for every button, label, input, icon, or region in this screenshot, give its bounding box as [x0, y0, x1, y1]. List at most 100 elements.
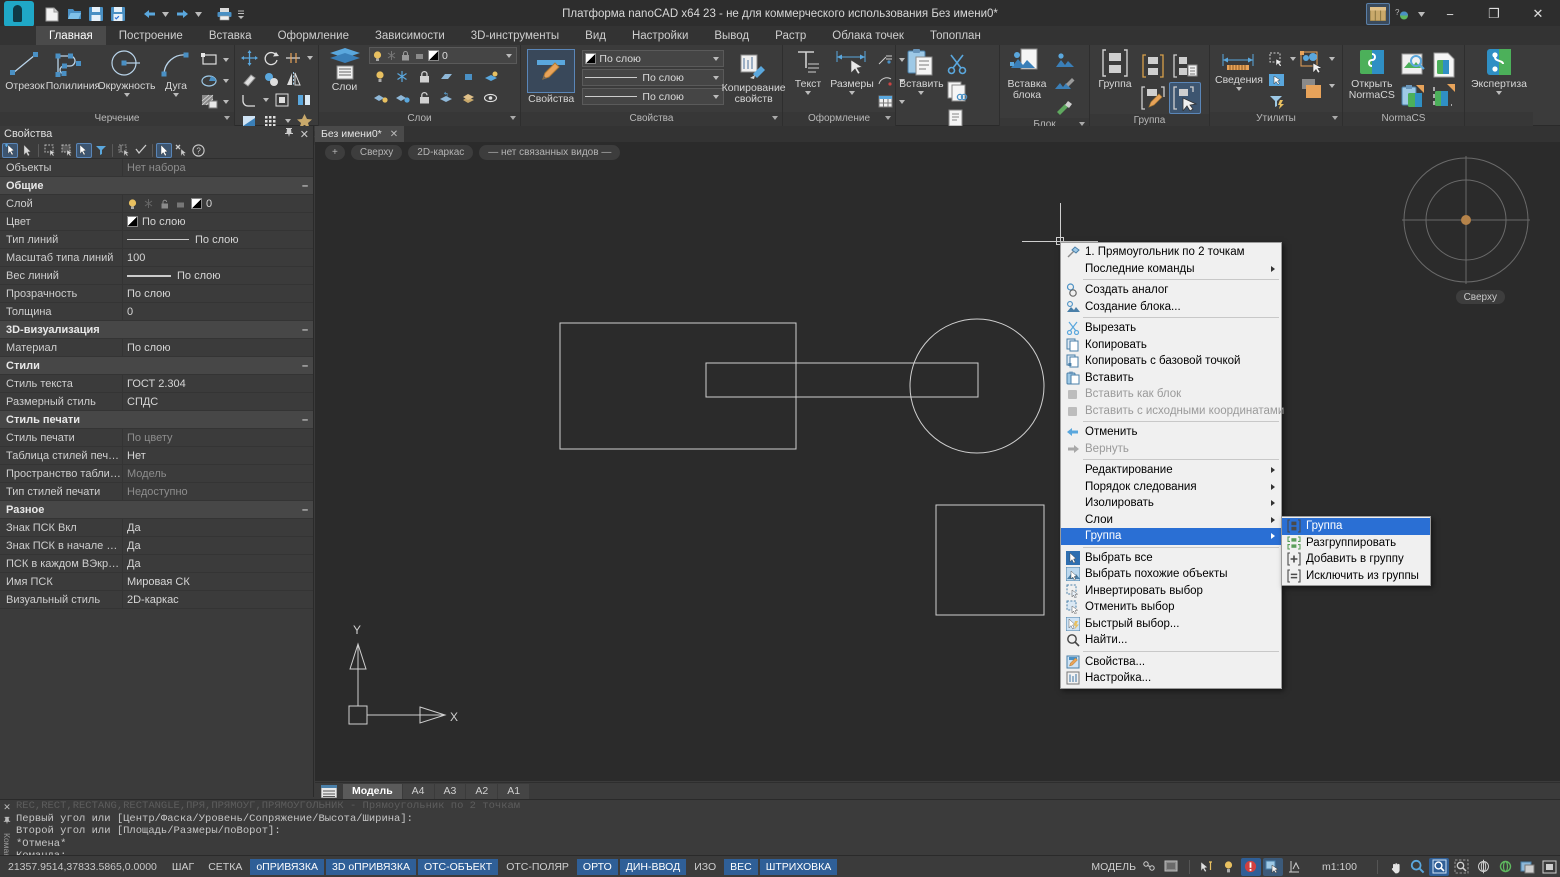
ctx-item-create-block[interactable]: Создание блока...	[1061, 299, 1281, 316]
prop-row-plotspace[interactable]: Пространство таблицы с… Модель	[0, 465, 313, 483]
tab-3d-instrumenty[interactable]: 3D-инструменты	[458, 26, 572, 45]
ctx-item-deselect[interactable]: Отменить выбор	[1061, 599, 1281, 616]
prop-row-transparency[interactable]: Прозрачность По слою	[0, 285, 313, 303]
prop-group-styles[interactable]: Стили –	[0, 357, 313, 375]
ctx-item-draw-order[interactable]: Порядок следования	[1061, 479, 1281, 496]
draw-order-icon[interactable]	[1298, 75, 1326, 102]
more-icon[interactable]	[236, 4, 246, 24]
ellipse-icon[interactable]	[198, 70, 220, 91]
annotation-scale-icon[interactable]	[1197, 858, 1217, 876]
layer-prev-icon[interactable]: ↰	[435, 87, 457, 108]
ctx-item-undo[interactable]: Отменить	[1061, 424, 1281, 441]
layer-freeze-thaw-icon[interactable]	[391, 66, 413, 87]
mirror-icon[interactable]	[282, 68, 304, 89]
move-icon[interactable]	[238, 47, 260, 68]
redo-icon[interactable]	[172, 4, 192, 24]
info-caret-icon[interactable]	[1236, 87, 1242, 91]
window-select-icon[interactable]	[42, 143, 58, 158]
sort-icon[interactable]	[116, 143, 132, 158]
help-dropdown-icon[interactable]	[1414, 3, 1428, 25]
cut-icon[interactable]	[944, 50, 971, 77]
layer-plane-icon[interactable]	[435, 66, 457, 87]
quick-select-icon[interactable]	[1265, 48, 1287, 69]
copy-objects-icon[interactable]	[260, 68, 282, 89]
prop-row-plotstyletype[interactable]: Тип стилей печати Недоступно	[0, 483, 313, 501]
rectangle-dropdown-icon[interactable]	[220, 49, 231, 70]
color-combo[interactable]: По слою	[582, 50, 724, 67]
rectangle-icon[interactable]	[198, 49, 220, 70]
polyline-button[interactable]: Полилиния	[47, 47, 99, 93]
drawing-canvas[interactable]: + Сверху 2D-каркас — нет связанных видов…	[315, 142, 1560, 781]
layout-tab-a4[interactable]: A4	[403, 784, 434, 799]
linetype-combo[interactable]: По слою	[582, 69, 724, 86]
layer-unlock-icon[interactable]	[413, 87, 435, 108]
tab-glavnaya[interactable]: Главная	[36, 26, 106, 45]
prop-group-misc[interactable]: Разное –	[0, 501, 313, 519]
prop-row-ucsicon-on[interactable]: Знак ПСК Вкл Да	[0, 519, 313, 537]
tab-vstavka[interactable]: Вставка	[196, 26, 265, 45]
layer-combo[interactable]: 0	[369, 47, 517, 64]
fillet-dropdown-icon[interactable]	[260, 89, 271, 110]
crossing-select-icon[interactable]	[59, 143, 75, 158]
clean-screen-icon[interactable]	[1241, 858, 1261, 876]
status-toggle-3dosnap[interactable]: 3D оПРИВЯЗКА	[326, 859, 416, 875]
pan-icon[interactable]	[1385, 858, 1405, 876]
ellipse-dropdown-icon[interactable]	[220, 70, 231, 91]
submenu-item-add-to-group[interactable]: Добавить в группу	[1282, 551, 1430, 568]
layers-expand-icon[interactable]	[510, 116, 516, 120]
fillet-icon[interactable]	[238, 89, 260, 110]
tab-oformlenie[interactable]: Оформление	[265, 26, 362, 45]
edit-block-icon[interactable]	[1051, 72, 1078, 95]
stretch-icon[interactable]	[293, 89, 315, 110]
ctx-item-settings[interactable]: Настройка...	[1061, 670, 1281, 687]
ctx-item-select-all[interactable]: Выбрать все	[1061, 550, 1281, 567]
tab-topoplan[interactable]: Топоплан	[917, 26, 994, 45]
collapse-icon[interactable]: –	[297, 414, 313, 426]
line-button[interactable]: Отрезок	[3, 47, 47, 93]
orbit-icon[interactable]	[1473, 858, 1493, 876]
undo-dropdown-icon[interactable]	[161, 4, 170, 24]
create-block-icon[interactable]	[1051, 49, 1078, 72]
select-group-icon[interactable]	[1169, 82, 1201, 114]
prop-row-material[interactable]: Материал По слою	[0, 339, 313, 357]
trim-icon[interactable]	[282, 47, 304, 68]
scale-icon[interactable]	[271, 89, 293, 110]
hatch-dropdown-icon[interactable]	[220, 91, 231, 112]
coordinates-display[interactable]: 21357.9514,37833.5865,0.0000	[0, 861, 165, 873]
annotation-expand-icon[interactable]	[885, 116, 891, 120]
status-toggle-dyninput[interactable]: ДИН-ВВОД	[620, 859, 686, 875]
layout-tab-a1[interactable]: A1	[498, 784, 529, 799]
leader-icon[interactable]	[874, 49, 896, 70]
pin-icon[interactable]	[284, 127, 294, 141]
tab-vid[interactable]: Вид	[572, 26, 619, 45]
close-button[interactable]: ✕	[1516, 0, 1560, 28]
submenu-item-ungroup[interactable]: Разгруппировать	[1282, 535, 1430, 552]
close-icon[interactable]: ✕	[300, 128, 309, 141]
ctx-item-invert-selection[interactable]: Инвертировать выбор	[1061, 583, 1281, 600]
ctx-item-rectangle-command[interactable]: 1. Прямоугольник по 2 точкам	[1061, 244, 1281, 261]
context-submenu-group[interactable]: Группа Разгруппировать Добавить в группу…	[1281, 516, 1431, 586]
prop-row-visualstyle[interactable]: Визуальный стиль 2D-каркас	[0, 591, 313, 609]
zoom-window-icon[interactable]	[1429, 858, 1449, 876]
rotate-icon[interactable]	[260, 47, 282, 68]
status-toggle-hatch[interactable]: ШТРИХОВКА	[760, 859, 838, 875]
lineweight-combo[interactable]: По слою	[582, 88, 724, 105]
prop-row-linetype[interactable]: Тип линий По слою	[0, 231, 313, 249]
orbit-free-icon[interactable]	[1495, 858, 1515, 876]
prop-group-3d[interactable]: 3D-визуализация –	[0, 321, 313, 339]
paste-caret-icon[interactable]	[918, 91, 924, 95]
layout-tab-a3[interactable]: A3	[435, 784, 466, 799]
prop-row-layer[interactable]: Слой 0	[0, 195, 313, 213]
properties-button[interactable]	[527, 49, 575, 93]
maximize-button[interactable]: ❐	[1472, 0, 1516, 28]
open-icon[interactable]	[64, 4, 84, 24]
normacs-open-button[interactable]: Открыть NormaCS	[1346, 47, 1398, 101]
text-button[interactable]: Текст	[786, 47, 830, 96]
command-close-icon[interactable]: ✕	[3, 802, 11, 813]
pick-icon[interactable]	[19, 143, 35, 158]
submenu-item-remove-from-group[interactable]: Исключить из группы	[1282, 568, 1430, 585]
ctx-item-copy[interactable]: Копировать	[1061, 337, 1281, 354]
redo-dropdown-icon[interactable]	[194, 4, 203, 24]
print-icon[interactable]	[214, 4, 234, 24]
status-toggle-otrack[interactable]: ОТС-ОБЪЕКТ	[418, 859, 498, 875]
